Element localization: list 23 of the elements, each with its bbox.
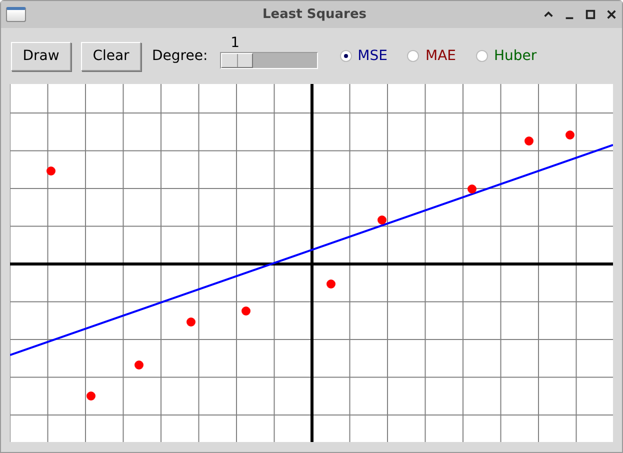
slider-thumb[interactable] (220, 53, 253, 68)
data-point (468, 184, 476, 194)
loss-radio[interactable]: MAE (407, 48, 456, 64)
data-point (186, 318, 196, 326)
window-title: Least Squares (261, 7, 368, 22)
toolbar-button[interactable]: Draw (11, 42, 71, 70)
degree-label: Degree: (152, 48, 208, 64)
data-point (86, 392, 96, 400)
data-point (46, 166, 56, 176)
loss-radio[interactable]: Huber (476, 48, 537, 64)
close-icon[interactable] (606, 9, 617, 20)
window-icon (6, 7, 26, 22)
degree-value: 1 (230, 35, 240, 52)
data-point (326, 280, 336, 288)
loss-radio[interactable]: MSE (340, 48, 388, 64)
data-point (566, 130, 574, 140)
data-point (134, 360, 144, 370)
maximize-icon[interactable] (585, 9, 596, 20)
degree-slider[interactable] (220, 52, 318, 69)
toolbar-button[interactable]: Clear (81, 42, 141, 70)
data-point (242, 306, 250, 316)
data-point (524, 136, 534, 146)
data-point (378, 216, 386, 224)
